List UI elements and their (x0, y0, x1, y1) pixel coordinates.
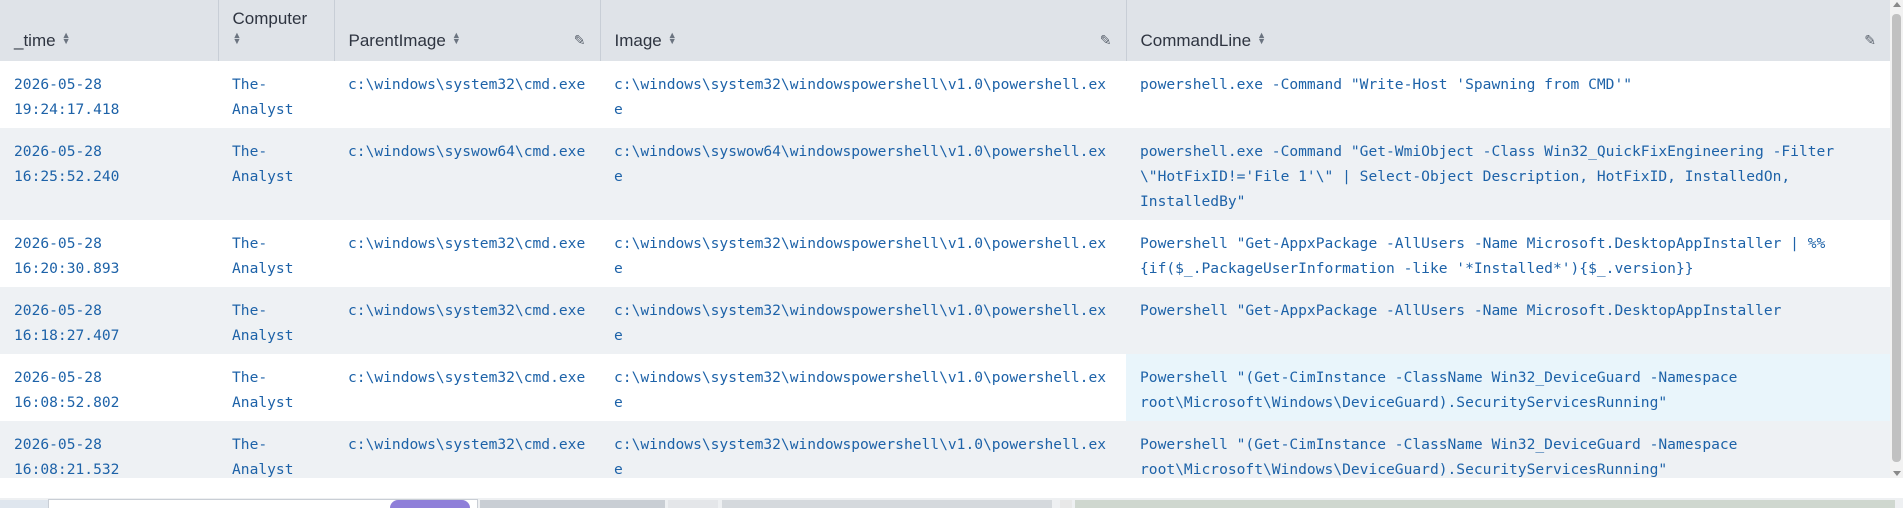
time-date: 2026-05-28 (14, 436, 102, 453)
table-row: 2026-05-28 16:08:52.802 The- Analyst c:\wi… (0, 354, 1890, 421)
column-header-computer[interactable]: Computer ▲ ▼ (218, 0, 335, 61)
column-header-label: CommandLine (1140, 31, 1252, 50)
commandline-cell[interactable]: Powershell "(Get-CimInstance -ClassName … (1126, 354, 1890, 421)
commandline-cell[interactable]: Powershell "(Get-CimInstance -ClassName … (1126, 421, 1890, 478)
computer-cell[interactable]: The- Analyst (218, 61, 334, 128)
time-date: 2026-05-28 (14, 369, 102, 386)
computer-part-b: Analyst (232, 101, 294, 118)
sort-icon[interactable]: ▲ ▼ (1257, 31, 1266, 46)
pencil-icon[interactable]: ✎ (1100, 32, 1112, 49)
thumbnail-block (480, 500, 665, 508)
vertical-scrollbar[interactable] (1890, 0, 1903, 478)
column-header-parentimage[interactable]: ParentImage ▲ ▼ ✎ (334, 0, 601, 61)
thumbnail-block (390, 500, 470, 508)
time-cell[interactable]: 2026-05-28 16:20:30.893 (0, 220, 218, 287)
table-row: 2026-05-28 16:08:21.532 The- Analyst c:\wi… (0, 421, 1890, 478)
sort-icon[interactable]: ▲ ▼ (452, 31, 461, 46)
computer-cell[interactable]: The- Analyst (218, 128, 334, 220)
computer-part-b: Analyst (232, 394, 294, 411)
time-clock: 16:25:52.240 (14, 168, 120, 185)
thumbnail-block (1060, 500, 1072, 508)
time-cell[interactable]: 2026-05-28 16:08:52.802 (0, 354, 218, 421)
computer-part-a: The- (232, 76, 268, 93)
computer-part-a: The- (232, 235, 268, 252)
commandline-cell[interactable]: powershell.exe -Command "Write-Host 'Spa… (1126, 61, 1890, 128)
computer-part-b: Analyst (232, 260, 294, 277)
scroll-down-arrow-icon[interactable] (1893, 471, 1901, 476)
commandline-cell[interactable]: Powershell "Get-AppxPackage -AllUsers -N… (1126, 220, 1890, 287)
commandline-cell[interactable]: Powershell "Get-AppxPackage -AllUsers -N… (1126, 287, 1890, 354)
image-cell[interactable]: c:\windows\system32\windowspowershell\v1… (600, 421, 1126, 478)
taskbar-thumbnail-strip (0, 498, 1903, 508)
computer-cell[interactable]: The- Analyst (218, 220, 334, 287)
column-header-label: Computer (232, 9, 308, 28)
table-row: 2026-05-28 16:25:52.240 The- Analyst c:\wi… (0, 128, 1890, 220)
sort-icon[interactable]: ▲ ▼ (668, 31, 677, 46)
image-cell[interactable]: c:\windows\system32\windowspowershell\v1… (600, 220, 1126, 287)
time-date: 2026-05-28 (14, 235, 102, 252)
scroll-up-arrow-icon[interactable] (1893, 2, 1901, 7)
parentimage-cell[interactable]: c:\windows\system32\cmd.exe (334, 421, 600, 478)
time-date: 2026-05-28 (14, 143, 102, 160)
parentimage-cell[interactable]: c:\windows\system32\cmd.exe (334, 220, 600, 287)
table-row: 2026-05-28 16:18:27.407 The- Analyst c:\wi… (0, 287, 1890, 354)
thumbnail-block (1075, 500, 1895, 508)
table-header: _time ▲ ▼ Computer ▲ ▼ ParentImage ▲ ▼ ✎ Image… (0, 0, 1890, 61)
time-cell[interactable]: 2026-05-28 16:18:27.407 (0, 287, 218, 354)
pencil-icon[interactable]: ✎ (574, 32, 586, 49)
image-cell[interactable]: c:\windows\system32\windowspowershell\v1… (600, 354, 1126, 421)
time-cell[interactable]: 2026-05-28 19:24:17.418 (0, 61, 218, 128)
time-clock: 16:08:52.802 (14, 394, 120, 411)
table-row: 2026-05-28 16:20:30.893 The- Analyst c:\wi… (0, 220, 1890, 287)
thumbnail-block (668, 500, 718, 508)
time-clock: 16:18:27.407 (14, 327, 120, 344)
parentimage-cell[interactable]: c:\windows\system32\cmd.exe (334, 287, 600, 354)
time-clock: 16:20:30.893 (14, 260, 120, 277)
parentimage-cell[interactable]: c:\windows\syswow64\cmd.exe (334, 128, 600, 220)
computer-part-a: The- (232, 302, 268, 319)
computer-part-a: The- (232, 369, 268, 386)
time-date: 2026-05-28 (14, 76, 102, 93)
parentimage-cell[interactable]: c:\windows\system32\cmd.exe (334, 61, 600, 128)
header-row: _time ▲ ▼ Computer ▲ ▼ ParentImage ▲ ▼ ✎ Image… (0, 0, 1890, 61)
computer-part-a: The- (232, 436, 268, 453)
computer-part-b: Analyst (232, 327, 294, 344)
column-header-image[interactable]: Image ▲ ▼ ✎ (600, 0, 1127, 61)
image-cell[interactable]: c:\windows\system32\windowspowershell\v1… (600, 287, 1126, 354)
time-cell[interactable]: 2026-05-28 16:08:21.532 (0, 421, 218, 478)
scrollbar-thumb[interactable] (1892, 14, 1901, 462)
results-table-container: _time ▲ ▼ Computer ▲ ▼ ParentImage ▲ ▼ ✎ Image… (0, 0, 1890, 478)
pencil-icon[interactable]: ✎ (1864, 32, 1876, 49)
commandline-cell[interactable]: powershell.exe -Command "Get-WmiObject -… (1126, 128, 1890, 220)
table-row: 2026-05-28 19:24:17.418 The- Analyst c:\wi… (0, 61, 1890, 128)
computer-part-b: Analyst (232, 461, 294, 478)
image-cell[interactable]: c:\windows\system32\windowspowershell\v1… (600, 61, 1126, 128)
computer-part-b: Analyst (232, 168, 294, 185)
table-body: 2026-05-28 19:24:17.418 The- Analyst c:\wi… (0, 61, 1890, 478)
thumbnail-block (722, 500, 1052, 508)
column-header-label: _time (14, 31, 56, 50)
column-header-time[interactable]: _time ▲ ▼ (0, 0, 219, 61)
column-header-label: Image (614, 31, 662, 50)
computer-part-a: The- (232, 143, 268, 160)
results-table: _time ▲ ▼ Computer ▲ ▼ ParentImage ▲ ▼ ✎ Image… (0, 0, 1890, 478)
computer-cell[interactable]: The- Analyst (218, 287, 334, 354)
results-panel: _time ▲ ▼ Computer ▲ ▼ ParentImage ▲ ▼ ✎ Image… (0, 0, 1903, 508)
time-clock: 16:08:21.532 (14, 461, 120, 478)
computer-cell[interactable]: The- Analyst (218, 421, 334, 478)
parentimage-cell[interactable]: c:\windows\system32\cmd.exe (334, 354, 600, 421)
image-cell[interactable]: c:\windows\syswow64\windowspowershell\v1… (600, 128, 1126, 220)
sort-icon[interactable]: ▲ ▼ (233, 31, 242, 46)
time-date: 2026-05-28 (14, 302, 102, 319)
thumbnail-block (0, 500, 48, 508)
column-header-label: ParentImage (348, 31, 446, 50)
sort-icon[interactable]: ▲ ▼ (62, 31, 71, 46)
column-header-commandline[interactable]: CommandLine ▲ ▼ ✎ (1126, 0, 1890, 61)
computer-cell[interactable]: The- Analyst (218, 354, 334, 421)
time-clock: 19:24:17.418 (14, 101, 120, 118)
time-cell[interactable]: 2026-05-28 16:25:52.240 (0, 128, 218, 220)
